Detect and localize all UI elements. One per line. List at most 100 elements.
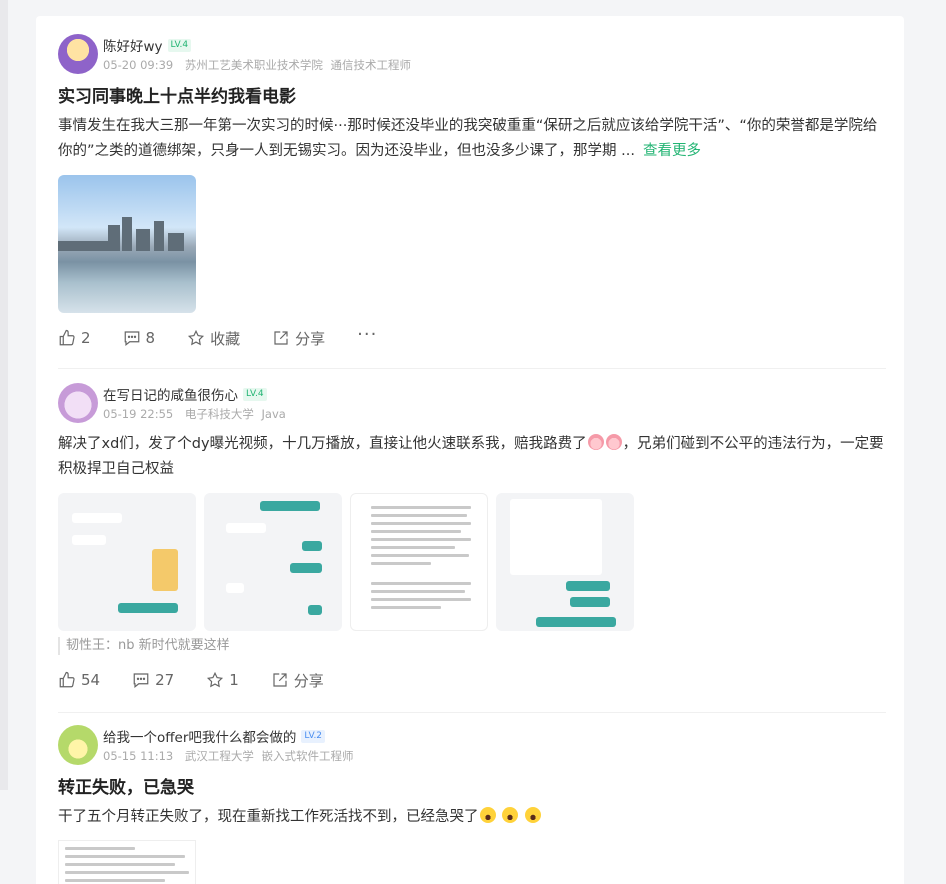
comment-count: 27 [155,671,175,689]
chat-bubble [226,583,244,593]
comment-count: 8 [145,329,156,347]
image-detail [154,221,164,251]
share-label: 分享 [293,671,324,690]
author-school: 武汉工程大学 [184,749,254,763]
avatar[interactable] [58,725,98,765]
comment-button[interactable]: 27 [132,671,174,689]
chat-bubble [566,581,610,591]
author-meta: 在写日记的咸鱼很伤心 LV.4 05-19 22:55 电子科技大学 Java [103,385,286,422]
share-button[interactable]: 分享 [272,328,325,349]
author-role: 通信技术工程师 [330,58,412,72]
text-line [371,598,471,601]
post-subline: 05-15 11:13 武汉工程大学 嵌入式软件工程师 [103,748,354,764]
image-detail [168,233,184,251]
like-button[interactable]: 2 [58,329,91,347]
left-panel-edge [0,0,8,790]
text-line [371,606,441,609]
text-line [371,582,471,585]
chat-bubble [226,523,266,533]
text-line [371,530,461,533]
text-line [371,538,471,541]
author-role: 嵌入式软件工程师 [261,749,354,763]
more-icon[interactable]: ··· [357,324,377,345]
post-actions: 2 8 收藏 分享 ··· [58,324,886,349]
share-label: 分享 [295,329,326,348]
post-image-grid [58,493,886,631]
author-name[interactable]: 陈好好wy [103,35,163,55]
post-body-text: 解决了xd们，发了个dy曝光视频，十几万播放，直接让他火速联系我，赔我路费了 [58,436,587,452]
star-icon [207,671,224,688]
post-subline: 05-19 22:55 电子科技大学 Java [103,406,286,422]
post-image[interactable] [58,175,196,313]
comment-icon [124,331,139,346]
post-time: 05-19 22:55 [103,407,174,421]
post-title[interactable]: 实习同事晚上十点半约我看电影 [58,82,886,107]
avatar[interactable] [58,383,98,423]
post-subline: 05-20 09:39 苏州工艺美术职业技术学院 通信技术工程师 [103,57,411,73]
author-name[interactable]: 给我一个offer吧我什么都会做的 [103,726,296,746]
post-time: 05-20 09:39 [103,58,174,72]
favorite-button[interactable]: 收藏 [187,328,240,349]
scream-emoji-icon [479,807,496,823]
post-item[interactable]: 给我一个offer吧我什么都会做的 LV.2 05-15 11:13 武汉工程大… [58,712,886,884]
post-body[interactable]: 事情发生在我大三那一年第一次实习的时候···那时候还没毕业的我突破重重“保研之后… [58,114,888,164]
post-image[interactable] [58,840,196,884]
comment-icon [133,673,149,688]
text-line [65,863,175,866]
image-detail [122,217,132,251]
post-author: 给我一个offer吧我什么都会做的 LV.2 05-15 11:13 武汉工程大… [58,725,886,765]
text-line [371,506,471,509]
post-body[interactable]: 解决了xd们，发了个dy曝光视频，十几万播放，直接让他火速联系我，赔我路费了 ，兄… [58,432,888,482]
post-item[interactable]: 在写日记的咸鱼很伤心 LV.4 05-19 22:55 电子科技大学 Java … [58,368,886,712]
image-detail [58,241,108,251]
text-line [371,514,467,517]
level-badge: LV.2 [301,729,326,743]
chat-bubble [536,617,616,627]
chat-bubble [72,513,122,523]
post-time: 05-15 11:13 [103,749,174,763]
text-line [65,855,185,858]
text-line [371,554,469,557]
image-detail [108,225,120,251]
author-name[interactable]: 在写日记的咸鱼很伤心 [103,384,238,404]
post-title[interactable]: 转正失败，已急哭 [58,773,886,798]
like-count: 54 [81,671,101,689]
star-icon [188,329,205,346]
level-badge: LV.4 [167,38,192,52]
post-image[interactable] [58,493,196,631]
favorite-count: 1 [229,671,239,689]
post-body[interactable]: 干了五个月转正失败了，现在重新找工作死活找不到，已经急哭了 [58,805,888,830]
level-badge: LV.4 [243,387,267,401]
author-meta: 给我一个offer吧我什么都会做的 LV.2 05-15 11:13 武汉工程大… [103,727,354,764]
text-line [371,590,465,593]
thumbs-up-icon [59,671,75,688]
post-body-text: 干了五个月转正失败了，现在重新找工作死活找不到，已经急哭了 [58,809,479,825]
post-actions: 54 27 1 分享 [58,669,886,691]
post-image[interactable] [496,493,634,631]
pig-emoji-icon [587,434,604,450]
author-school: 电子科技大学 [184,407,254,421]
chat-bubble [570,597,610,607]
chat-bubble [510,499,602,575]
post-image[interactable] [204,493,342,631]
share-button[interactable]: 分享 [271,670,324,691]
chat-bubble [290,563,322,573]
thumbs-up-icon [59,329,75,346]
text-line [371,546,455,549]
read-more-link[interactable]: 查看更多 [643,143,701,159]
text-line [65,871,189,874]
scream-emoji-icon [524,807,541,823]
favorite-button[interactable]: 1 [206,671,239,689]
like-button[interactable]: 54 [58,671,100,689]
pig-emoji-icon [605,434,622,450]
post-image[interactable] [350,493,488,631]
post-author: 陈好好wy LV.4 05-20 09:39 苏州工艺美术职业技术学院 通信技术… [58,34,886,74]
image-detail [136,229,150,251]
chat-image [152,549,178,591]
post-item[interactable]: 陈好好wy LV.4 05-20 09:39 苏州工艺美术职业技术学院 通信技术… [58,34,886,368]
text-line [371,522,471,525]
text-line [65,847,135,850]
comment-button[interactable]: 8 [123,329,156,347]
hot-comment[interactable]: 韧性王：nb 新时代就要这样 [58,637,886,655]
avatar[interactable] [58,34,98,74]
